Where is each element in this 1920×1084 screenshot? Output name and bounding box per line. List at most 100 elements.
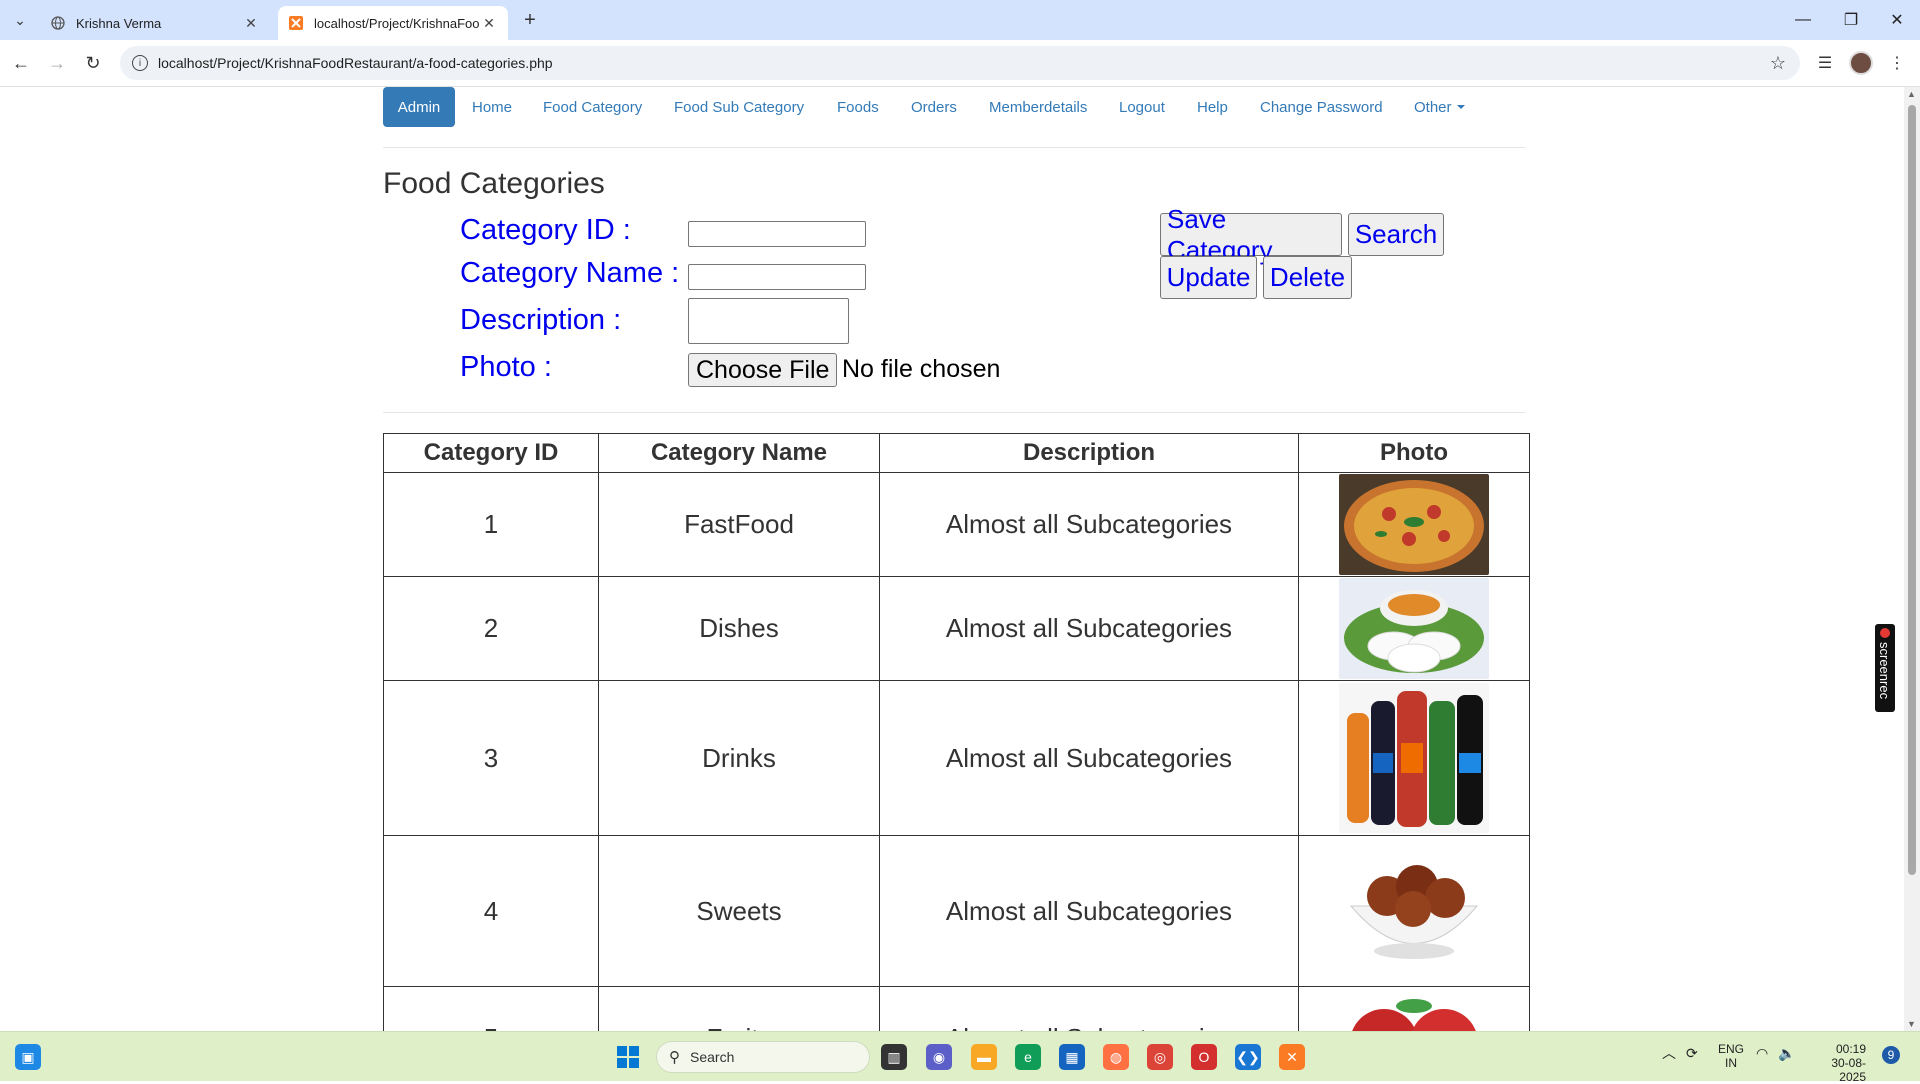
browser-menu-icon[interactable]: ⋮ xyxy=(1884,50,1910,76)
cell-category-name: FastFood xyxy=(598,472,880,577)
start-icon[interactable] xyxy=(615,1044,641,1070)
language-line2: IN xyxy=(1725,1056,1737,1070)
opera-icon[interactable]: O xyxy=(1191,1044,1217,1070)
cell-description: Almost all Subcategories xyxy=(879,986,1299,1031)
nav-memberdetails[interactable]: Memberdetails xyxy=(974,87,1102,127)
browser-tab-2[interactable]: localhost/Project/KrishnaFoodR ✕ xyxy=(278,6,508,40)
chat-icon[interactable]: ◉ xyxy=(926,1044,952,1070)
site-info-icon[interactable]: i xyxy=(132,55,148,71)
globe-icon xyxy=(50,15,66,31)
scroll-down-icon[interactable]: ▼ xyxy=(1907,1019,1916,1029)
windows-taskbar: ▣ ⚲ Search ▥ ◉ ▬ e ▦ ◍ ◎ O ❮❯ ✕ ︿ ⟳ ENG … xyxy=(0,1031,1920,1084)
category-name-input[interactable] xyxy=(688,264,866,290)
close-tab-icon[interactable]: ✕ xyxy=(242,15,260,32)
address-toolbar: ← → ↻ i localhost/Project/KrishnaFoodRes… xyxy=(0,40,1920,87)
table-row: 2 Dishes Almost all Subcategories xyxy=(383,576,1530,681)
bookmark-star-icon[interactable]: ☆ xyxy=(1770,53,1786,74)
close-window-icon[interactable]: ✕ xyxy=(1874,6,1920,34)
vscode-icon[interactable]: ❮❯ xyxy=(1235,1044,1261,1070)
save-category-button[interactable]: Save Category xyxy=(1160,204,1342,265)
delete-button[interactable]: Delete xyxy=(1263,256,1352,299)
page-content: Admin Home Food Category Food Sub Catego… xyxy=(0,87,1904,1031)
column-header-description: Description xyxy=(879,433,1299,473)
cell-category-id: 2 xyxy=(383,576,599,681)
xampp-icon xyxy=(288,15,304,31)
close-tab-icon[interactable]: ✕ xyxy=(480,15,498,32)
tab-title: Krishna Verma xyxy=(76,15,162,31)
scroll-up-icon[interactable]: ▲ xyxy=(1907,89,1916,99)
table-header-row: Category ID Category Name Description Ph… xyxy=(383,433,1530,473)
nav-food-sub-category[interactable]: Food Sub Category xyxy=(659,87,819,127)
edge-icon[interactable]: e xyxy=(1015,1044,1041,1070)
caret-down-icon xyxy=(1456,105,1465,109)
column-header-category-id: Category ID xyxy=(383,433,599,473)
widgets-icon[interactable]: ▣ xyxy=(15,1044,41,1070)
soft-drinks-photo xyxy=(1339,683,1489,833)
profile-avatar[interactable] xyxy=(1848,50,1874,76)
photo-label: Photo : xyxy=(460,351,552,383)
nav-change-password[interactable]: Change Password xyxy=(1245,87,1398,127)
browser-tab-bar: ⌄ Krishna Verma ✕ localhost/Project/Kris… xyxy=(0,0,1920,40)
url-text: localhost/Project/KrishnaFoodRestaurant/… xyxy=(158,55,553,71)
notification-badge[interactable]: 9 xyxy=(1882,1046,1900,1064)
nav-food-category[interactable]: Food Category xyxy=(528,87,657,127)
nav-orders[interactable]: Orders xyxy=(896,87,972,127)
column-header-photo: Photo xyxy=(1298,433,1530,473)
task-view-icon[interactable]: ▥ xyxy=(881,1044,907,1070)
search-button[interactable]: Search xyxy=(1348,213,1444,256)
nav-admin[interactable]: Admin xyxy=(383,87,455,127)
cell-photo xyxy=(1298,835,1530,987)
vertical-scrollbar[interactable]: ▲ ▼ xyxy=(1904,87,1920,1031)
nav-help[interactable]: Help xyxy=(1182,87,1243,127)
wifi-icon[interactable]: ◠ xyxy=(1756,1046,1768,1060)
browser-tab-1[interactable]: Krishna Verma ✕ xyxy=(40,6,270,40)
back-icon[interactable]: ← xyxy=(8,50,34,76)
xampp-taskbar-icon[interactable]: ✕ xyxy=(1279,1044,1305,1070)
update-button[interactable]: Update xyxy=(1160,256,1257,299)
reload-icon[interactable]: ↻ xyxy=(80,50,106,76)
cell-description: Almost all Subcategories xyxy=(879,576,1299,681)
cell-category-id: 1 xyxy=(383,472,599,577)
cell-description: Almost all Subcategories xyxy=(879,680,1299,836)
restore-icon[interactable]: ❐ xyxy=(1828,6,1874,34)
choose-file-button[interactable]: Choose File xyxy=(688,353,838,387)
show-hidden-icons-icon[interactable]: ︿ xyxy=(1662,1046,1676,1060)
forward-icon[interactable]: → xyxy=(44,50,70,76)
language-indicator[interactable]: ENG IN xyxy=(1718,1042,1744,1070)
cell-photo xyxy=(1298,576,1530,681)
nav-other-dropdown[interactable]: Other xyxy=(1399,87,1480,127)
nav-home[interactable]: Home xyxy=(457,87,527,127)
sync-icon[interactable]: ⟳ xyxy=(1686,1046,1698,1060)
table-row: 3 Drinks Almost all Subcategories xyxy=(383,680,1530,836)
category-id-input[interactable] xyxy=(688,221,866,247)
description-textarea[interactable] xyxy=(688,298,849,344)
column-header-category-name: Category Name xyxy=(598,433,880,473)
nav-logout[interactable]: Logout xyxy=(1104,87,1180,127)
gulab-jamun-photo xyxy=(1339,851,1489,971)
new-tab-icon[interactable]: + xyxy=(518,8,542,32)
category-name-label: Category Name : xyxy=(460,257,680,289)
description-label: Description : xyxy=(460,304,622,336)
firefox-icon[interactable]: ◍ xyxy=(1103,1044,1129,1070)
nav-foods[interactable]: Foods xyxy=(822,87,894,127)
idli-sambar-photo xyxy=(1339,578,1489,679)
file-status-text: No file chosen xyxy=(842,355,1001,383)
admin-navbar: Admin Home Food Category Food Sub Catego… xyxy=(383,87,1525,148)
store-icon[interactable]: ▦ xyxy=(1059,1044,1085,1070)
clock[interactable]: 00:19 30-08-2025 xyxy=(1806,1042,1866,1084)
volume-muted-icon[interactable]: 🔈 xyxy=(1778,1046,1795,1060)
scrollbar-thumb[interactable] xyxy=(1908,105,1916,875)
screenrec-widget[interactable]: screenrec xyxy=(1875,624,1895,712)
cell-description: Almost all Subcategories xyxy=(879,835,1299,987)
chrome-icon[interactable]: ◎ xyxy=(1147,1044,1173,1070)
cell-photo xyxy=(1298,986,1530,1031)
screenrec-label: screenrec xyxy=(1877,642,1892,700)
taskbar-search[interactable]: ⚲ Search xyxy=(656,1041,870,1073)
record-icon xyxy=(1880,628,1890,638)
minimize-icon[interactable]: — xyxy=(1780,6,1826,34)
address-bar[interactable]: i localhost/Project/KrishnaFoodRestauran… xyxy=(120,46,1800,80)
apples-photo xyxy=(1339,988,1489,1031)
tab-search-dropdown-icon[interactable]: ⌄ xyxy=(8,8,32,32)
file-explorer-icon[interactable]: ▬ xyxy=(971,1044,997,1070)
media-control-icon[interactable]: ☰ xyxy=(1812,50,1838,76)
